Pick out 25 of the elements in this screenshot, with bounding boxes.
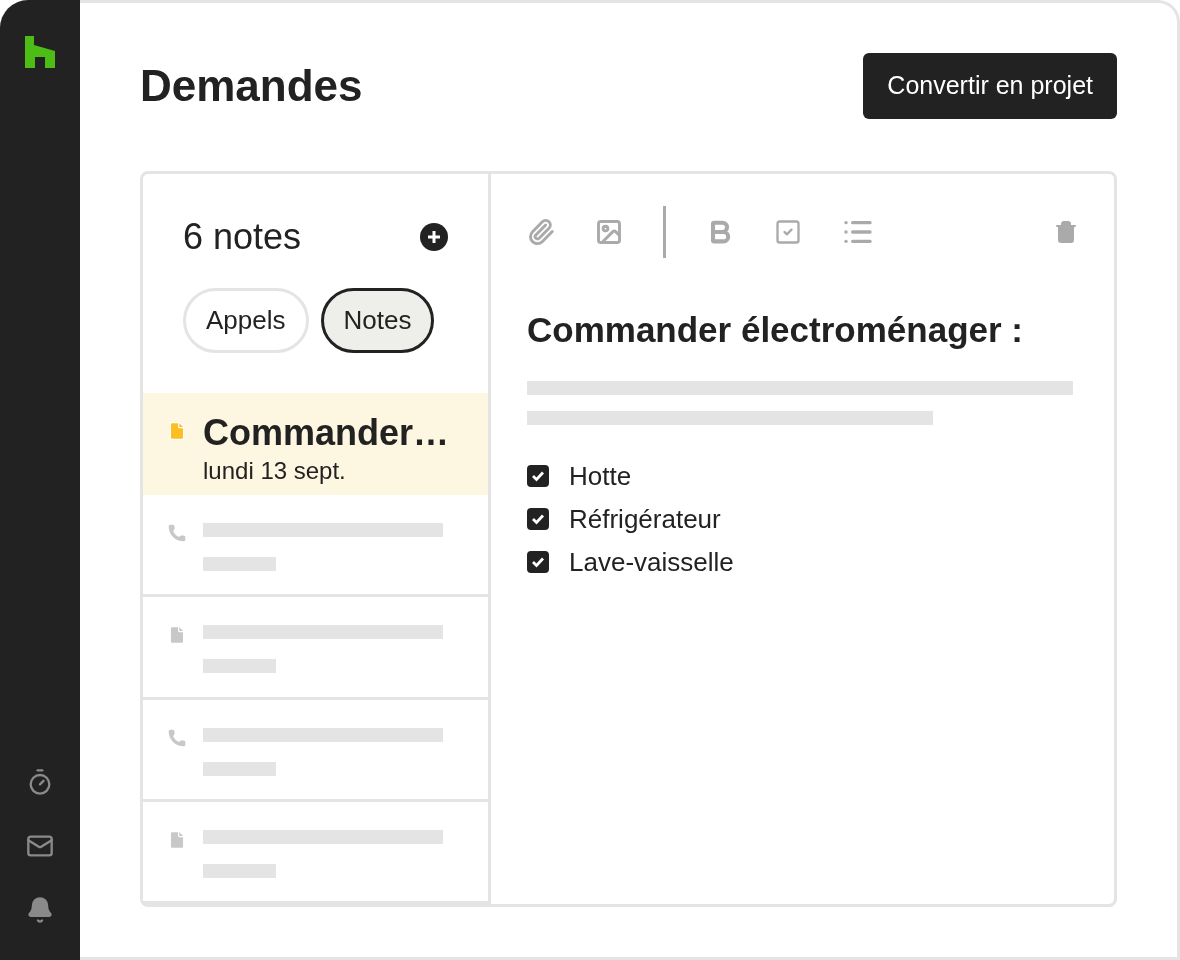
checkbox[interactable] (527, 508, 549, 530)
add-icon[interactable] (420, 223, 448, 251)
checkbox[interactable] (527, 465, 549, 487)
trash-icon[interactable] (1054, 220, 1078, 244)
checklist-label: Lave-vaisselle (569, 545, 734, 579)
checkbox[interactable] (527, 551, 549, 573)
bell-icon[interactable] (26, 896, 54, 924)
note-heading: Commander électroménager : (527, 309, 1024, 351)
house-logo-icon (25, 36, 55, 68)
phone-icon (167, 727, 187, 748)
note-title: Commander… (203, 413, 450, 453)
note-item[interactable]: Commander… lundi 13 sept. (143, 393, 488, 496)
note-date: lundi 13 sept. (203, 456, 347, 486)
page-title: Demandes (140, 60, 363, 112)
paperclip-icon[interactable] (527, 218, 555, 246)
phone-icon (167, 523, 187, 544)
filter-tab[interactable]: Notes (320, 288, 435, 353)
checklist-label: Réfrigérateur (569, 502, 721, 536)
document-icon (167, 421, 187, 441)
checkbox-icon[interactable] (774, 218, 802, 246)
notes-count: 6 notes (183, 215, 302, 259)
convert-button[interactable]: Convertir en projet (863, 53, 1117, 119)
image-icon[interactable] (595, 218, 623, 246)
checklist-label: Hotte (569, 459, 632, 493)
filter-tab[interactable]: Appels (183, 288, 309, 353)
